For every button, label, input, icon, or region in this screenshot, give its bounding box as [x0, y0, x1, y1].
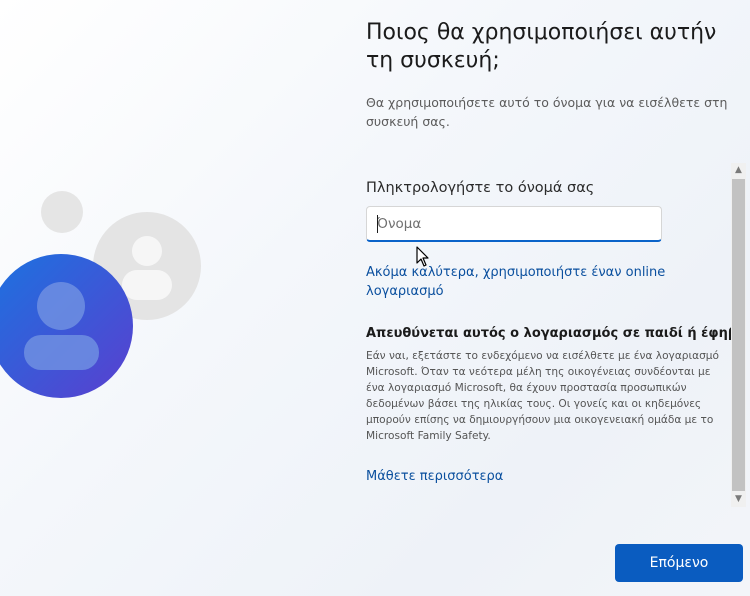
name-input[interactable] [366, 206, 662, 242]
name-field-label: Πληκτρολογήστε το όνομά σας [366, 180, 595, 196]
back-user-avatar [93, 212, 201, 320]
content-scroll-area: Πληκτρολογήστε το όνομά σας Ακόμα καλύτε… [366, 163, 732, 507]
user-avatars-illustration [0, 191, 201, 398]
text-caret [377, 215, 378, 233]
vertical-scrollbar[interactable]: ▲ ▼ [731, 163, 746, 507]
use-online-account-link[interactable]: Ακόμα καλύτερα, χρησιμοποιήστε έναν onli… [366, 263, 666, 301]
child-account-description: Εάν ναι, εξετάστε το ενδεχόμενο να εισέλ… [366, 350, 720, 442]
front-user-avatar [0, 254, 133, 398]
child-account-heading: Απευθύνεται αυτός ο λογαριασμός σε παιδί… [366, 326, 732, 341]
scroll-down-arrow-icon[interactable]: ▼ [731, 492, 746, 507]
small-decorative-circle [41, 191, 83, 233]
learn-more-link[interactable]: Μάθετε περισσότερα [366, 469, 503, 484]
next-button[interactable]: Επόμενο [615, 544, 743, 582]
scroll-up-arrow-icon[interactable]: ▲ [731, 163, 746, 178]
page-title: Ποιος θα χρησιμοποιήσει αυτήν τη συσκευή… [366, 20, 717, 73]
scrollbar-thumb[interactable] [732, 179, 745, 491]
page-subtitle: Θα χρησιμοποιήσετε αυτό το όνομα για να … [366, 95, 728, 129]
